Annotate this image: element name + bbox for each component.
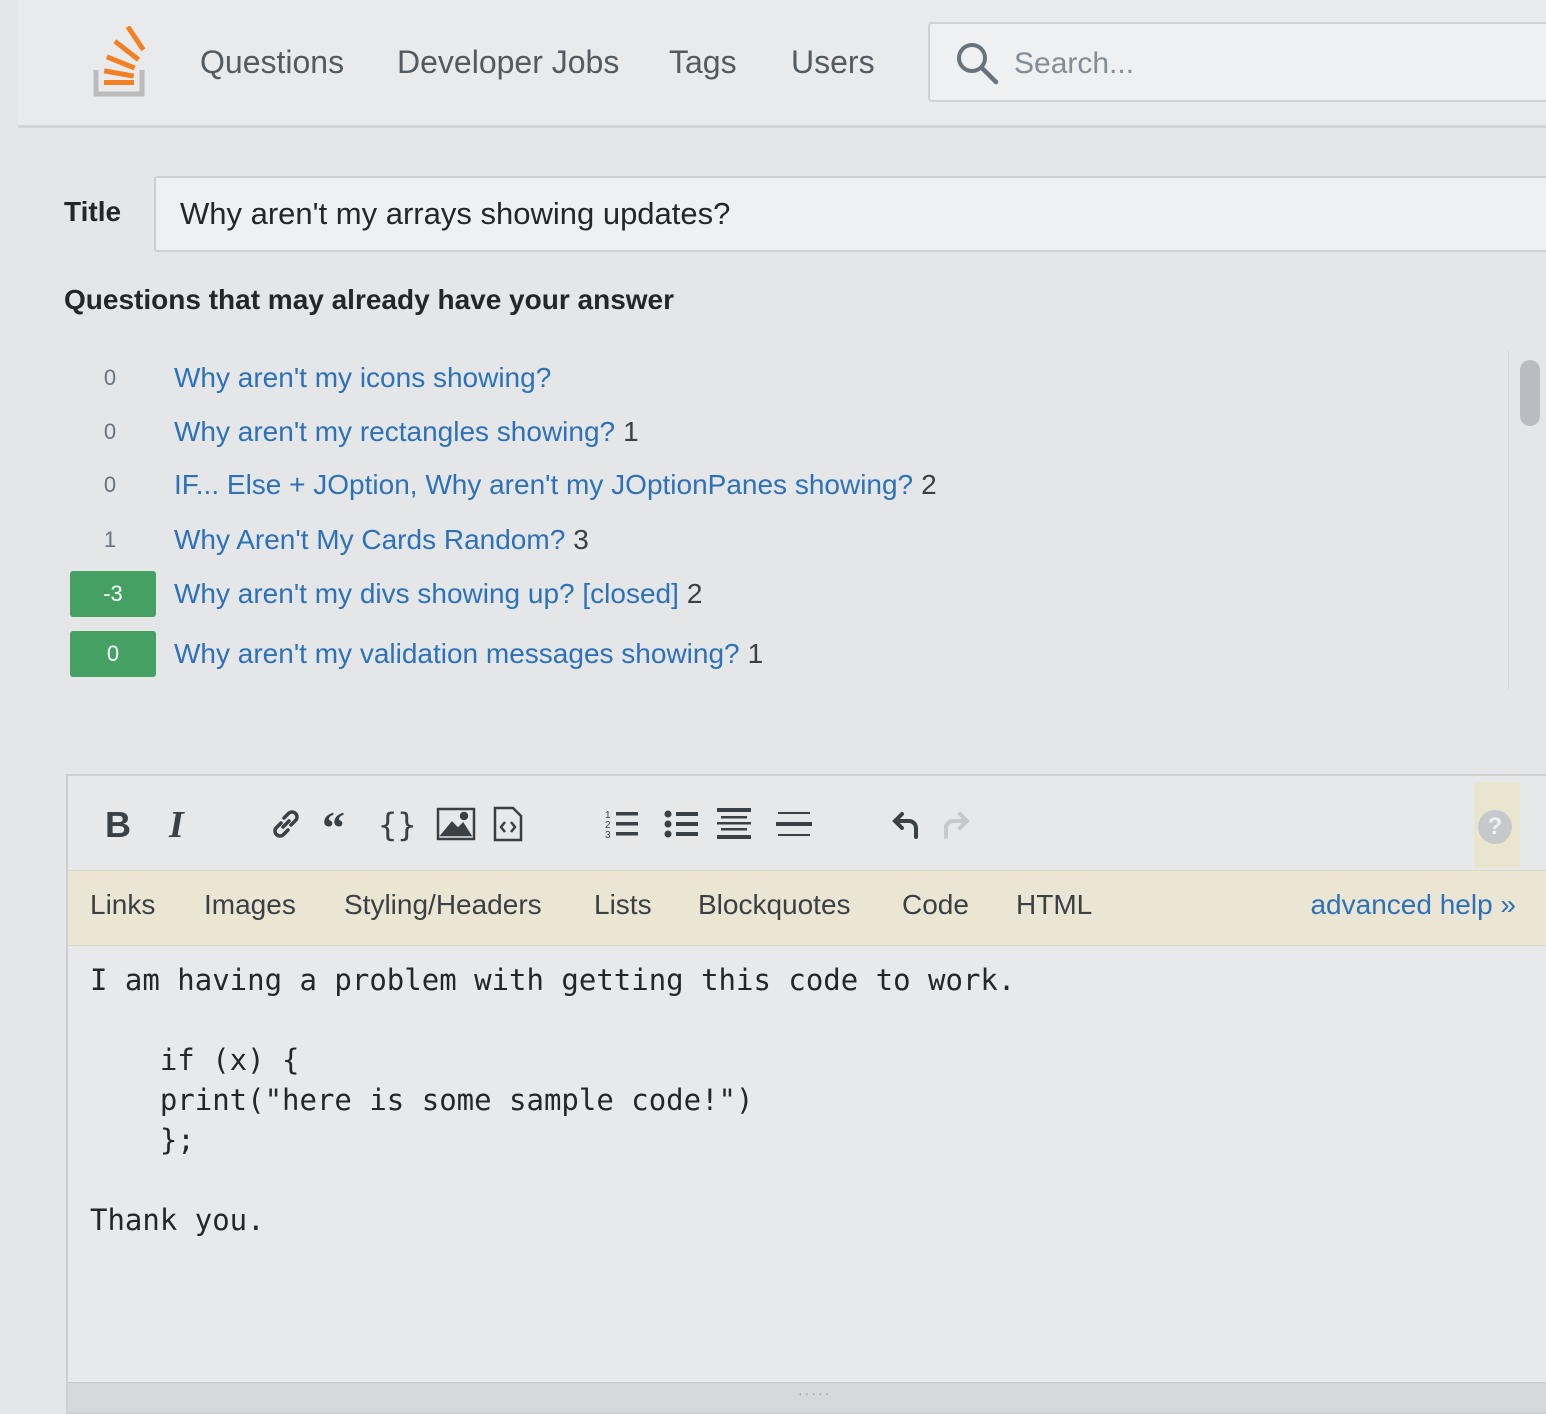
link-icon[interactable]: [264, 802, 308, 846]
similar-question-link[interactable]: Why aren't my validation messages showin…: [174, 638, 740, 670]
svg-text:3: 3: [605, 830, 611, 841]
markdown-help-bar: Links Images Styling/Headers Lists Block…: [68, 870, 1546, 946]
undo-icon[interactable]: [882, 802, 926, 846]
body-line: I am having a problem with getting this …: [90, 963, 1016, 997]
stack-overflow-logo-icon[interactable]: [90, 25, 150, 98]
blockquote-icon[interactable]: “: [320, 802, 364, 846]
similar-question-row: -3 Why aren't my divs showing up? [close…: [64, 568, 702, 620]
italic-icon[interactable]: I: [158, 802, 202, 846]
answer-count: 2: [921, 469, 937, 500]
nav-tags[interactable]: Tags: [669, 42, 737, 82]
help-tab-links[interactable]: Links: [90, 889, 155, 921]
question-editor: B I “ {} 1 2 3 ? Links Images Styling/He…: [66, 774, 1546, 1414]
svg-text:{}: {}: [378, 806, 415, 842]
answer-count: 2: [686, 578, 703, 609]
vote-count-accepted-badge: -3: [70, 571, 156, 617]
similar-question-row: 0 Why aren't my rectangles showing? 1: [64, 406, 639, 458]
horizontal-rule-icon[interactable]: [772, 802, 816, 846]
vote-count-accepted-badge: 0: [70, 631, 156, 677]
scrollbar-thumb[interactable]: [1520, 360, 1540, 426]
similar-question-row: 0 IF... Else + JOption, Why aren't my JO…: [64, 459, 937, 511]
help-tab-html[interactable]: HTML: [1016, 889, 1092, 921]
vote-count: 0: [103, 419, 117, 444]
resize-grip[interactable]: ·····: [68, 1382, 1546, 1412]
body-line: print("here is some sample code!"): [90, 1083, 754, 1117]
svg-text:B: B: [105, 806, 131, 842]
vote-count: 0: [103, 472, 117, 497]
answer-count: 1: [623, 416, 639, 447]
code-icon[interactable]: {}: [374, 802, 418, 846]
similar-question-link[interactable]: Why aren't my icons showing?: [174, 362, 551, 394]
body-line: Thank you.: [90, 1203, 265, 1237]
similar-questions-list: 0 Why aren't my icons showing? 0 Why are…: [64, 350, 1524, 690]
similar-question-row: 0 Why aren't my icons showing?: [64, 352, 559, 404]
redo-icon[interactable]: [936, 802, 980, 846]
svg-text:I: I: [168, 806, 185, 842]
vote-count: 0: [103, 365, 117, 390]
bulleted-list-icon[interactable]: [660, 802, 704, 846]
help-icon[interactable]: ?: [1478, 810, 1512, 844]
answer-count: 3: [573, 524, 589, 555]
help-tab-lists[interactable]: Lists: [594, 889, 652, 921]
nav-users[interactable]: Users: [791, 42, 875, 82]
similar-question-row: 0 Why aren't my validation messages show…: [64, 628, 763, 680]
similar-question-link[interactable]: Why aren't my rectangles showing?: [174, 416, 615, 448]
body-line: };: [90, 1123, 195, 1157]
search-icon[interactable]: [954, 40, 1000, 86]
bold-icon[interactable]: B: [96, 802, 140, 846]
heading-icon[interactable]: [712, 802, 756, 846]
advanced-help-link[interactable]: advanced help »: [1310, 889, 1516, 921]
image-icon[interactable]: [434, 802, 478, 846]
nav-questions[interactable]: Questions: [200, 42, 344, 82]
help-tab-images[interactable]: Images: [204, 889, 296, 921]
help-tab-blockquotes[interactable]: Blockquotes: [698, 889, 851, 921]
help-tab-code[interactable]: Code: [902, 889, 969, 921]
search-box: [928, 22, 1546, 102]
top-bar: Questions Developer Jobs Tags Users: [18, 0, 1546, 128]
svg-text:“: “: [322, 809, 345, 839]
similar-questions-heading: Questions that may already have your ans…: [64, 284, 675, 315]
grip-dots-icon: ·····: [798, 1385, 832, 1401]
similar-question-link[interactable]: IF... Else + JOption, Why aren't my JOpt…: [174, 469, 913, 501]
answer-count: 1: [747, 638, 764, 669]
title-label: Title: [64, 196, 122, 227]
similar-question-link[interactable]: Why aren't my divs showing up? [closed]: [174, 578, 679, 610]
nav-developer-jobs[interactable]: Developer Jobs: [397, 42, 619, 82]
similar-question-row: 1 Why Aren't My Cards Random? 3: [64, 514, 589, 566]
search-input[interactable]: [1014, 42, 1534, 86]
help-tab-styling-headers[interactable]: Styling/Headers: [344, 889, 542, 921]
question-body-textarea[interactable]: I am having a problem with getting this …: [68, 946, 1546, 1386]
editor-toolbar: B I “ {} 1 2 3 ?: [68, 776, 1546, 870]
body-line: if (x) {: [90, 1043, 300, 1077]
similar-question-link[interactable]: Why Aren't My Cards Random?: [174, 524, 565, 556]
title-input[interactable]: [154, 176, 1546, 252]
snippet-icon[interactable]: [486, 802, 530, 846]
ordered-list-icon[interactable]: 1 2 3: [600, 802, 644, 846]
vote-count: 1: [103, 527, 117, 552]
